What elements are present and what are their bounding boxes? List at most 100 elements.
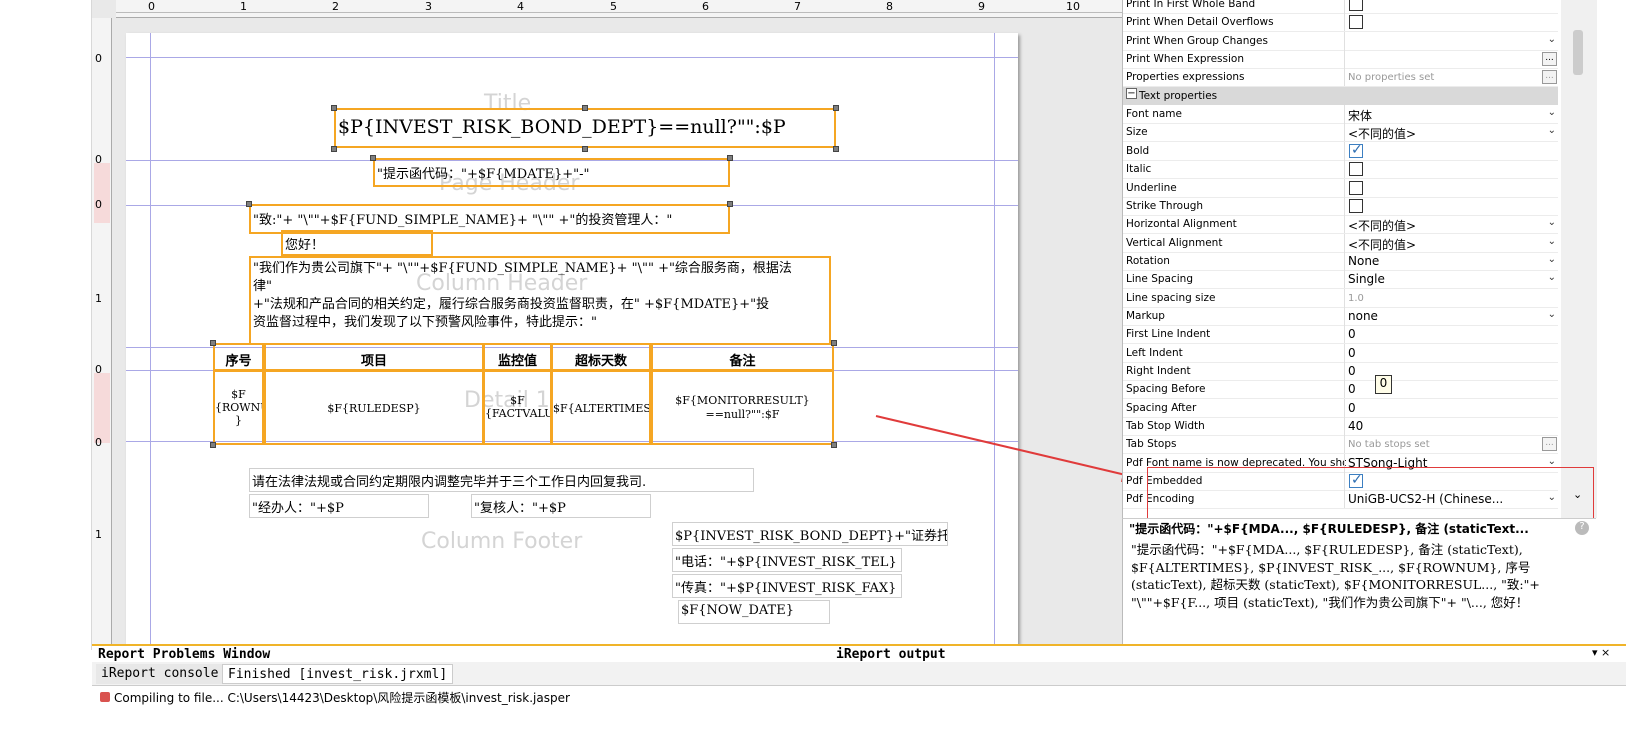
chevron-down-icon[interactable]: ⌄ (1548, 125, 1556, 136)
detail-ruledesp[interactable]: $F{RULEDESP} (264, 370, 484, 445)
property-value[interactable] (1344, 160, 1558, 179)
property-row[interactable]: Strike Through (1123, 196, 1558, 216)
properties-scrollbar[interactable]: ⌄ (1561, 0, 1597, 518)
property-row[interactable]: Spacing Before 0 (1123, 380, 1558, 400)
checkbox[interactable] (1349, 0, 1363, 11)
property-value[interactable]: ⌄ (1344, 31, 1558, 50)
chevron-down-icon[interactable]: ⌄ (1548, 236, 1556, 247)
now-date-field[interactable]: $F{NOW_DATE} (678, 600, 830, 624)
property-row[interactable]: Font name 宋体 ⌄ (1123, 105, 1558, 125)
property-row[interactable]: Size <不同的值> ⌄ (1123, 123, 1558, 143)
help-icon[interactable]: ? (1575, 521, 1589, 535)
property-row[interactable]: Markup none ⌄ (1123, 306, 1558, 326)
vertical-ruler: 0 0 0 1 0 0 1 (92, 18, 112, 650)
property-value[interactable]: none ⌄ (1344, 306, 1558, 325)
fax-field[interactable]: "传真："+$P{INVEST_RISK_FAX} (672, 574, 902, 598)
ellipsis-button[interactable]: ... (1542, 70, 1557, 85)
detail-factvalue[interactable]: $F {FACTVALUE (483, 370, 552, 445)
property-value[interactable]: ... (1344, 50, 1558, 69)
detail-monitorresult[interactable]: $F{MONITORRESULT} ==null?"":$F (651, 370, 834, 445)
property-value[interactable] (1344, 178, 1558, 197)
property-row[interactable]: Right Indent 0 (1123, 362, 1558, 381)
chevron-down-icon[interactable]: ⌄ (1548, 107, 1556, 118)
property-value[interactable] (1344, 0, 1558, 13)
property-value[interactable]: No tab stops set... (1344, 435, 1558, 454)
checkbox[interactable] (1349, 15, 1363, 30)
tab-ireport-console[interactable]: iReport console (96, 664, 224, 684)
property-row[interactable]: Line Spacing Single ⌄ (1123, 270, 1558, 290)
property-value[interactable]: <不同的值> ⌄ (1344, 215, 1558, 234)
property-row[interactable]: Horizontal Alignment <不同的值> ⌄ (1123, 215, 1558, 235)
property-row[interactable]: Bold (1123, 141, 1558, 161)
header-remark[interactable]: 备注 (651, 343, 834, 371)
footer-notice[interactable]: 请在法律法规或合同约定期限内调整完毕并于三个工作日内回复我司. (249, 468, 754, 492)
tab-finished[interactable]: Finished [invest_risk.jrxml] (222, 664, 454, 684)
reviewer-field[interactable]: "复核人："+$P (471, 494, 651, 518)
tel-field[interactable]: "电话："+$P{INVEST_RISK_TEL} (672, 548, 902, 572)
property-value[interactable] (1344, 13, 1558, 32)
chevron-down-icon[interactable]: ⌄ (1548, 456, 1556, 467)
property-row[interactable]: First Line Indent 0 (1123, 325, 1558, 345)
checkbox[interactable] (1349, 198, 1363, 213)
property-row[interactable]: Vertical Alignment <不同的值> ⌄ (1123, 233, 1558, 253)
property-value[interactable] (1344, 196, 1558, 215)
chevron-down-icon[interactable]: ⌄ (1548, 272, 1556, 283)
property-value[interactable]: Single ⌄ (1344, 270, 1558, 289)
header-seq[interactable]: 序号 (213, 343, 264, 371)
property-value[interactable]: <不同的值> ⌄ (1344, 233, 1558, 252)
panel-controls-icon[interactable]: ▾ × (1592, 646, 1610, 659)
property-row[interactable]: Rotation None ⌄ (1123, 251, 1558, 271)
property-value[interactable] (1344, 141, 1558, 160)
chevron-down-icon[interactable]: ⌄ (1548, 309, 1556, 320)
properties-panel[interactable]: Print In First Whole Band Print When Deta… (1122, 0, 1597, 518)
custody-field[interactable]: $P{INVEST_RISK_BOND_DEPT}+"证券托管 (672, 522, 948, 546)
property-value[interactable]: 40 (1344, 417, 1558, 436)
problems-window-title[interactable]: Report Problems Window (92, 644, 830, 662)
property-value[interactable]: 0 (1344, 325, 1558, 344)
property-row[interactable]: Underline (1123, 178, 1558, 198)
report-designer[interactable]: 0 1 2 3 4 5 6 7 8 9 10 0 0 0 1 0 0 1 Tit… (92, 0, 1122, 650)
property-value[interactable]: 0 (1344, 398, 1558, 417)
detail-altertimes[interactable]: $F{ALTERTIMES} (551, 370, 651, 445)
property-row[interactable]: Print When Group Changes ⌄ (1123, 31, 1558, 51)
property-row[interactable]: Properties expressions No properties set.… (1123, 68, 1558, 88)
property-value[interactable]: No properties set... (1344, 68, 1558, 87)
collapse-icon[interactable]: − (1126, 87, 1137, 99)
property-row[interactable]: Print When Expression... (1123, 50, 1558, 70)
property-value[interactable]: None ⌄ (1344, 251, 1558, 270)
intro-paragraph-textfield[interactable]: "我们作为贵公司旗下"+ "\""+$F{FUND_SIMPLE_NAME}+ … (249, 256, 831, 345)
property-row[interactable]: Italic (1123, 160, 1558, 180)
header-item[interactable]: 项目 (264, 343, 484, 371)
handler-field[interactable]: "经办人："+$P (249, 494, 429, 518)
hint-code-textfield[interactable]: "提示函代码："+$F{MDATE}+"-" (373, 158, 730, 187)
property-row[interactable]: Line spacing size 1.0 (1123, 288, 1558, 308)
header-days[interactable]: 超标天数 (551, 343, 651, 371)
chevron-down-icon[interactable]: ⌄ (1548, 34, 1556, 45)
detail-rownum[interactable]: $F {ROWNUM } (213, 370, 264, 445)
property-value[interactable]: 0 (1344, 343, 1558, 362)
chevron-down-icon[interactable]: ⌄ (1548, 217, 1556, 228)
property-row[interactable]: Tab Stop Width 40 (1123, 417, 1558, 437)
checkbox[interactable] (1349, 162, 1363, 177)
title-textfield[interactable]: $P{INVEST_RISK_BOND_DEPT}==null?"":$P (334, 108, 836, 148)
property-value[interactable]: <不同的值> ⌄ (1344, 123, 1558, 142)
property-value[interactable]: 宋体 ⌄ (1344, 105, 1558, 124)
output-window-title[interactable]: iReport output (830, 644, 1626, 662)
text-properties-section[interactable]: − Text properties (1123, 86, 1558, 105)
scroll-thumb[interactable] (1573, 30, 1583, 75)
property-row[interactable]: Print In First Whole Band (1123, 0, 1558, 14)
property-value-text: none (1348, 308, 1378, 323)
checkbox[interactable] (1349, 142, 1363, 158)
property-name: Spacing Before (1126, 383, 1206, 396)
chevron-down-icon[interactable]: ⌄ (1548, 254, 1556, 265)
ellipsis-button[interactable]: ... (1542, 437, 1557, 452)
checkbox[interactable] (1349, 180, 1363, 195)
hello-statictext[interactable]: 您好！ (281, 230, 433, 256)
header-monitor[interactable]: 监控值 (483, 343, 552, 371)
property-value[interactable]: 1.0 (1344, 288, 1558, 307)
property-row[interactable]: Tab Stops No tab stops set... (1123, 435, 1558, 455)
property-row[interactable]: Print When Detail Overflows (1123, 13, 1558, 33)
property-row[interactable]: Left Indent 0 (1123, 343, 1558, 363)
property-row[interactable]: Spacing After 0 (1123, 398, 1558, 418)
ellipsis-button[interactable]: ... (1542, 52, 1557, 67)
